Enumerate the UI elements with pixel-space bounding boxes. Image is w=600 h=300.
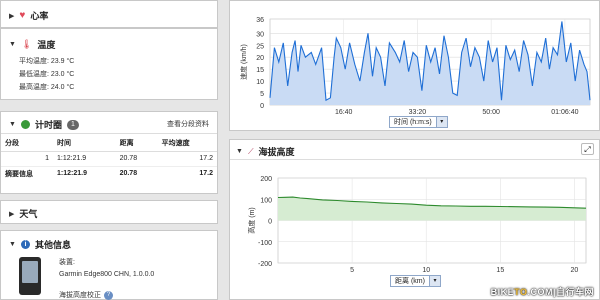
speed-chart: 0 5 10 15 20 25 30 36 16:40 33:20 50:00 01:06:40 速度 … bbox=[239, 17, 591, 116]
elevation-chart-panel: ▼ ⟋ 海拔高度 ⤢ -200 -100 0 100 200 5 10 15 20 高度 (m) … bbox=[229, 139, 600, 300]
view-splits-link[interactable]: 查看分段资料 bbox=[167, 119, 209, 129]
device-image bbox=[19, 257, 41, 295]
speed-chart-panel: 0 5 10 15 20 25 30 36 16:40 33:20 50:00 01:06:40 速度 … bbox=[229, 0, 600, 131]
elevation-y-tick-label: 200 bbox=[260, 176, 272, 183]
speed-y-tick-label: 20 bbox=[256, 55, 264, 62]
collapse-triangle-icon[interactable]: ▼ bbox=[9, 41, 16, 48]
chevron-down-icon: ▾ bbox=[428, 276, 440, 286]
col-header-lap: 分段 bbox=[1, 136, 53, 152]
table-row-summary: 摘要信息 1:12:21.9 20.78 17.2 bbox=[1, 166, 217, 181]
chevron-down-icon: ▾ bbox=[435, 117, 447, 127]
avg-temp-value: 23.9 °C bbox=[50, 57, 75, 65]
elevation-y-tick-label: -200 bbox=[258, 261, 272, 268]
lap-distance: 20.78 bbox=[119, 155, 138, 162]
elevation-x-tick-label: 15 bbox=[496, 267, 504, 274]
elevation-x-axis-select-label: 距离 (km) bbox=[395, 278, 425, 285]
lap-number: 1 bbox=[45, 155, 49, 162]
other-info-panel: ▼ i 其他信息 装置: Garmin Edge800 CHN, 1.0.0.0… bbox=[0, 230, 218, 300]
summary-avg-speed: 17.2 bbox=[199, 170, 213, 178]
col-header-distance: 距离 bbox=[115, 136, 158, 152]
collapse-triangle-icon[interactable]: ▼ bbox=[9, 121, 16, 128]
elevation-correction-label: 海拔高度校正 bbox=[59, 292, 101, 299]
col-header-time: 时间 bbox=[53, 136, 116, 152]
min-temp-value: 23.0 °C bbox=[50, 70, 75, 78]
expand-chart-button[interactable]: ⤢ bbox=[581, 143, 594, 155]
collapse-triangle-icon[interactable]: ▼ bbox=[9, 241, 16, 248]
watermark-prefix: BIKE bbox=[490, 287, 515, 297]
watermark-suffix: .COM|自行车网 bbox=[527, 287, 594, 297]
summary-distance: 20.78 bbox=[119, 170, 138, 178]
lap-time: 1:12:21.9 bbox=[57, 155, 87, 162]
min-temp-row: 最低温度: 23.0 °C bbox=[19, 69, 74, 79]
max-temp-value: 24.0 °C bbox=[50, 83, 75, 91]
heart-icon: ♥ bbox=[19, 10, 26, 21]
laps-table: 分段 时间 距离 平均速度 1 1:12:21.9 20.78 17.2 摘要信… bbox=[1, 136, 217, 181]
max-temp-label: 最高温度: bbox=[19, 84, 49, 91]
min-temp-label: 最低温度: bbox=[19, 71, 49, 78]
elevation-title: 海拔高度 bbox=[258, 147, 295, 157]
speed-x-tick-label: 01:06:40 bbox=[551, 109, 578, 116]
elevation-x-tick-label: 5 bbox=[350, 267, 354, 274]
speed-y-tick-label: 25 bbox=[256, 43, 264, 50]
help-icon[interactable]: ? bbox=[104, 290, 113, 300]
weather-title: 天气 bbox=[19, 209, 38, 219]
laps-panel: ▼ 计时圈 1 查看分段资料 分段 时间 距离 平均速度 1 1:12:21.9… bbox=[0, 111, 218, 194]
elevation-y-tick-label: -100 bbox=[258, 240, 272, 247]
speed-x-axis-select-label: 时间 (h:m:s) bbox=[394, 119, 432, 126]
thermometer-icon: 🌡 bbox=[20, 39, 33, 49]
col-header-avg-speed: 平均速度 bbox=[157, 136, 217, 152]
elevation-x-tick-label: 20 bbox=[571, 267, 579, 274]
table-header-row: 分段 时间 距离 平均速度 bbox=[1, 136, 217, 152]
stopwatch-icon bbox=[20, 120, 30, 129]
speed-x-tick-label: 16:40 bbox=[335, 109, 353, 116]
avg-temp-row: 平均温度: 23.9 °C bbox=[19, 56, 74, 66]
device-label: 装置: bbox=[59, 259, 75, 266]
speed-x-axis-select[interactable]: 时间 (h:m:s) ▾ bbox=[389, 116, 448, 128]
heart-title: 心率 bbox=[30, 11, 49, 21]
speed-y-tick-label: 0 bbox=[260, 103, 264, 110]
speed-y-axis-label: 速度 (km/h) bbox=[239, 44, 248, 80]
elevation-y-tick-label: 0 bbox=[268, 219, 272, 226]
lap-avg-speed: 17.2 bbox=[199, 155, 213, 162]
laps-title: 计时圈 bbox=[34, 120, 62, 130]
laps-count-badge: 1 bbox=[66, 119, 79, 130]
watermark-mid: TO bbox=[514, 287, 528, 297]
summary-time: 1:12:21.9 bbox=[57, 170, 87, 178]
collapse-triangle-icon[interactable]: ▼ bbox=[236, 148, 243, 155]
speed-y-tick-label: 15 bbox=[256, 67, 264, 74]
elevation-chart: -200 -100 0 100 200 5 10 15 20 高度 (m) bbox=[247, 176, 587, 274]
table-row[interactable]: 1 1:12:21.9 20.78 17.2 bbox=[1, 151, 217, 166]
expand-triangle-icon[interactable]: ▶ bbox=[9, 12, 14, 20]
heart-panel: ▶ ♥ 心率 bbox=[0, 0, 218, 28]
elevation-y-tick-label: 100 bbox=[260, 197, 272, 204]
speed-x-tick-label: 33:20 bbox=[409, 109, 427, 116]
weather-panel: ▶ 天气 bbox=[0, 200, 218, 224]
device-value: Garmin Edge800 CHN, 1.0.0.0 bbox=[59, 271, 155, 278]
speed-y-tick-label: 5 bbox=[260, 91, 264, 98]
summary-label: 摘要信息 bbox=[5, 170, 33, 178]
expand-triangle-icon[interactable]: ▶ bbox=[9, 210, 14, 218]
site-watermark: BIKETO.COM|自行车网 bbox=[491, 285, 594, 298]
elevation-y-axis-label: 高度 (m) bbox=[247, 207, 256, 233]
max-temp-row: 最高温度: 24.0 °C bbox=[19, 82, 74, 92]
temperature-title: 温度 bbox=[37, 40, 56, 50]
speed-x-tick-label: 50:00 bbox=[482, 109, 500, 116]
other-info-title: 其他信息 bbox=[34, 240, 71, 250]
temperature-panel: ▼ 🌡 温度 平均温度: 23.9 °C 最低温度: 23.0 °C 最高温度:… bbox=[0, 28, 218, 100]
elevation-x-tick-label: 10 bbox=[422, 267, 430, 274]
speed-y-tick-label: 30 bbox=[256, 31, 264, 38]
avg-temp-label: 平均温度: bbox=[19, 58, 49, 65]
elevation-x-axis-select[interactable]: 距离 (km) ▾ bbox=[390, 275, 441, 287]
mountain-icon: ⟋ bbox=[247, 146, 254, 156]
info-icon: i bbox=[20, 240, 30, 249]
speed-y-tick-label: 36 bbox=[256, 17, 264, 24]
speed-y-tick-label: 10 bbox=[256, 79, 264, 86]
